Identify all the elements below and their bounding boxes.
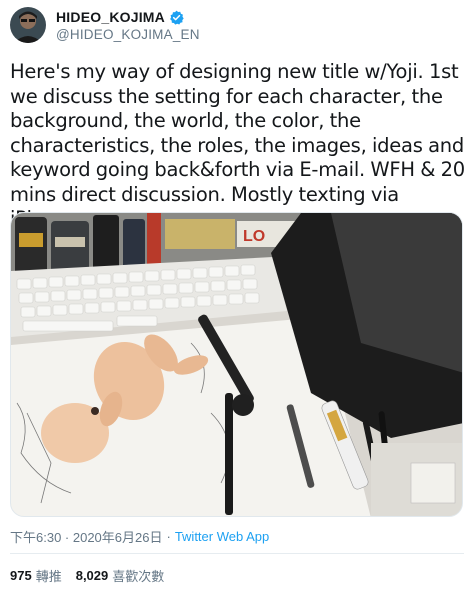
display-name[interactable]: HIDEO_KOJIMA	[56, 9, 165, 25]
retweets-label: 轉推	[35, 568, 62, 584]
likes-label: 喜歡次數	[112, 568, 165, 584]
tweet-stats: 975 轉推 8,029 喜歡次數	[10, 566, 178, 584]
tweet-meta: 下午6:30 · 2020年6月26日 · Twitter Web App	[10, 527, 269, 545]
author-names: HIDEO_KOJIMA @HIDEO_KOJIMA_EN	[56, 8, 200, 42]
handle[interactable]: @HIDEO_KOJIMA_EN	[56, 27, 200, 42]
desk-photo-icon: LO	[11, 213, 462, 516]
likes-count: 8,029	[75, 567, 109, 583]
timestamp[interactable]: 下午6:30 · 2020年6月26日	[10, 527, 162, 546]
verified-badge-icon	[169, 10, 184, 25]
tweet-header: HIDEO_KOJIMA @HIDEO_KOJIMA_EN	[10, 7, 200, 43]
avatar[interactable]	[10, 7, 46, 43]
likes-stat[interactable]: 8,029 喜歡次數	[76, 566, 165, 585]
name-row: HIDEO_KOJIMA	[56, 8, 200, 26]
tweet-text: Here's my way of designing new title w/Y…	[10, 60, 465, 230]
tweet-photo[interactable]: LO	[10, 212, 463, 517]
source-link[interactable]: Twitter Web App	[175, 529, 269, 544]
svg-text:LO: LO	[243, 228, 265, 245]
retweets-count: 975	[10, 567, 32, 583]
meta-separator: ·	[166, 528, 171, 544]
profile-photo-icon	[10, 7, 46, 43]
retweets-stat[interactable]: 975 轉推	[10, 566, 62, 585]
divider	[10, 553, 464, 554]
